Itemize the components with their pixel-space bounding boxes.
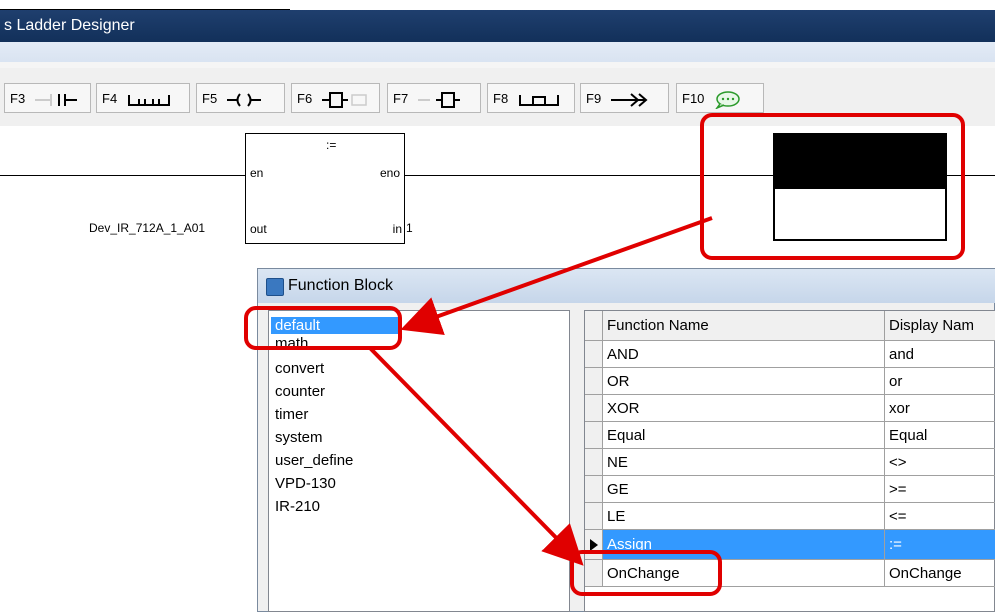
annotation-arrows: [368, 216, 713, 566]
arrow-default-to-assign: [368, 346, 584, 566]
arrow-block-to-default: [400, 216, 713, 336]
